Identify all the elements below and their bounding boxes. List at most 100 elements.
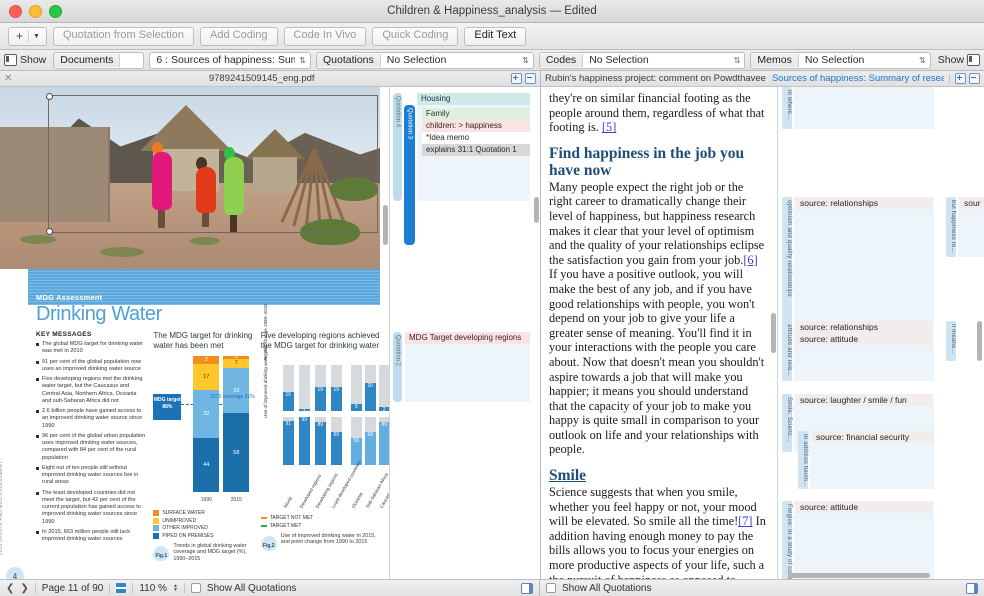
selection-handle[interactable] [46,93,53,100]
show-left-label: Show [20,54,46,66]
bar: 99 [299,417,310,465]
quotation-bar-optimism[interactable]: optimism and quality relationships [782,197,792,325]
tab-rubin-happiness-project[interactable]: Rubin's happiness project: comment on Po… [545,73,766,84]
text-document-viewport[interactable]: they're on similar financial footing as … [541,87,777,579]
quotation-bar-in-addition[interactable]: In addition havin... [798,431,808,489]
split-remove-icon[interactable] [525,73,536,84]
split-add-icon[interactable] [955,73,966,84]
quotation-bar-but-happiness[interactable]: but happiness re... [946,197,956,257]
figure-1-chart: MDG target 88% 2 17 32 44 [153,356,252,506]
document-value-selector[interactable]: 6 : Sources of happiness: Summary o... ⇅ [149,52,311,69]
close-window-button[interactable] [9,5,22,18]
reference-link-5[interactable]: [5] [602,120,616,134]
bar: 20 [365,383,376,411]
code-chip-source-financial[interactable]: source: financial security [812,431,934,443]
chevron-down-icon: ▼ [29,29,44,44]
text-pane-buttons[interactable] [955,73,980,84]
reference-link-7[interactable]: [7] [738,514,752,528]
show-left-toggle[interactable]: Show [4,54,48,66]
text-pane-body: they're on similar financial footing as … [541,87,984,579]
bar-segment: 58 [223,413,249,492]
pdf-selection-frame[interactable] [48,95,378,233]
codes-selector[interactable]: Codes No Selection ⇅ [539,52,746,69]
edit-text-button[interactable]: Edit Text [464,27,526,46]
relation-chip-explains[interactable]: explains 31:1 Quotation 1 [422,144,530,156]
paragraph-top: they're on similar financial footing as … [549,91,767,135]
text-pane-tabs[interactable]: Rubin's happiness project: comment on Po… [545,73,944,84]
quotation-from-selection-button[interactable]: Quotation from Selection [53,27,194,46]
minimize-window-button[interactable] [29,5,42,18]
add-coding-button[interactable]: Add Coding [200,27,278,46]
code-chip-mdg-target[interactable]: MDG Target developing regions [405,332,530,344]
list-item: 2.6 billion people have gained access to… [36,408,145,430]
close-icon[interactable]: ✕ [4,74,12,84]
zoom-level[interactable]: 110 % [139,583,167,594]
toggle-margin-button-left[interactable] [521,583,533,594]
coding-vertical-scrollbar[interactable] [977,321,982,361]
documents-selector[interactable]: Documents [53,52,144,69]
code-chip-source-relationships[interactable]: source: relationships [796,197,932,209]
next-page-button[interactable]: ❯ [20,583,28,594]
quotation-bar-it-means[interactable]: it means... [946,321,956,361]
coding-horizontal-scrollbar[interactable] [788,573,930,578]
text-vertical-scrollbar[interactable] [771,313,776,353]
selection-handle[interactable] [46,228,53,235]
zoom-stepper[interactable]: ▲▼ [173,584,178,592]
pdf-vertical-scrollbar[interactable] [383,205,388,245]
tab-sources-of-happiness[interactable]: Sources of happiness: Summary of researc… [772,73,944,84]
memo-chip-idea[interactable]: *Idea memo [422,132,530,144]
legend-label: TARGET NOT MET [270,515,314,521]
pdf-status-bar: ❮ ❯ Page 11 of 90 110 % ▲▼ Show All Quot… [0,580,540,596]
quick-coding-button[interactable]: Quick Coding [372,27,458,46]
split-remove-icon[interactable] [969,73,980,84]
memos-selector[interactable]: Memos No Selection ⇅ [750,52,930,69]
previous-page-button[interactable]: ❮ [6,583,14,594]
bar-segment: 7 [223,359,249,369]
updown-icon: ⇅ [518,54,533,67]
quotation-bar-2[interactable]: Quotation 2 [393,332,402,402]
quotation-bar-attitude[interactable]: attitude and rela... [782,321,792,381]
quotation-bar-where[interactable]: in where... [782,87,792,129]
memos-value: No Selection [799,54,915,67]
key-messages-heading: KEY MESSAGES [36,331,145,338]
code-chip-source-laughter[interactable]: source: laughter / smile / fun [796,394,932,406]
updown-icon: ⇅ [730,54,745,67]
show-all-quotations-checkbox-right[interactable] [546,583,556,593]
text-document[interactable]: they're on similar financial footing as … [541,87,777,579]
quotations-selector[interactable]: Quotations No Selection ⇅ [316,52,534,69]
code-chip-children-happiness[interactable]: children: > happiness [422,120,530,132]
figure-2-caption: Fig.2 Use of improved drinking water in … [261,533,380,551]
figure-2-column: Five developing regions achieved the MDG… [261,331,380,579]
maximize-window-button[interactable] [49,5,62,18]
code-chip-source-relationships-2[interactable]: source: relationships [796,321,932,333]
code-chip-source-partial[interactable]: sour [960,197,984,209]
quotation-bar-3[interactable]: Quotation 3 [404,105,415,245]
pdf-page-viewport[interactable]: MDG Assessment Drinking Water KEY MESSAG… [0,87,389,579]
quotation-bar-smile[interactable]: Smile: Scienc... [782,394,792,452]
page-layout-icon[interactable] [116,583,126,593]
list-item: Five developing regions met the drinking… [36,376,145,405]
mdg-target-badge: MDG target 88% [153,394,181,420]
margin-vertical-scrollbar[interactable] [534,197,539,223]
bar: 89 [315,422,326,465]
code-chip-source-attitude-2[interactable]: source: attitude [796,501,932,513]
add-button[interactable]: + ▼ [8,27,47,46]
bar: 68 [365,432,376,465]
pdf-pane-buttons[interactable] [511,73,536,84]
quotation-bar-forgive[interactable]: Forgive: In a study of colle [782,501,792,579]
codes-value: No Selection [583,54,730,67]
toggle-margin-button-right[interactable] [966,583,978,594]
show-right-toggle[interactable]: Show [936,54,980,66]
reference-link-6[interactable]: [6] [743,253,757,267]
figure-2-heading: Five developing regions achieved the MDG… [261,331,380,351]
window-controls[interactable] [0,5,62,18]
code-chip-housing[interactable]: Housing [417,93,530,105]
show-all-quotations-checkbox-left[interactable] [191,583,201,593]
code-in-vivo-button[interactable]: Code In Vivo [284,27,367,46]
split-add-icon[interactable] [511,73,522,84]
mdg-kicker: MDG Assessment [36,293,102,302]
paragraph-smile: Science suggests that when you smile, wh… [549,485,767,579]
quotation-bar-4[interactable]: Quotation 4 [393,93,402,201]
code-chip-source-attitude[interactable]: source: attitude [796,333,932,345]
code-chip-family[interactable]: Family [422,108,530,120]
